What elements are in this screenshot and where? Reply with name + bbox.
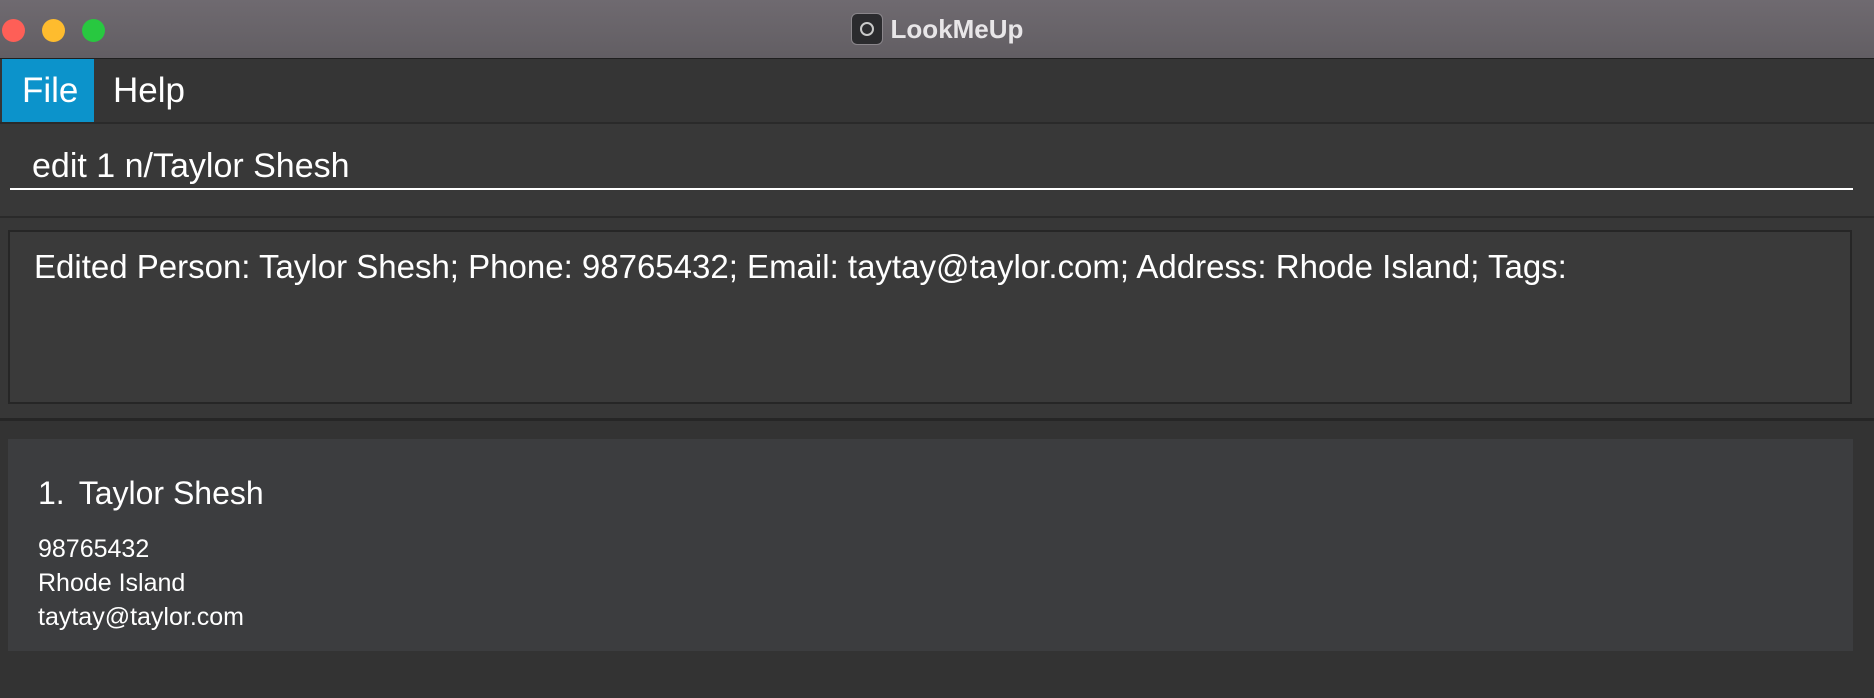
person-card[interactable]: 1. Taylor Shesh 98765432 Rhode Island tay… <box>8 439 1853 651</box>
menu-file[interactable]: File <box>2 59 94 122</box>
person-phone: 98765432 <box>38 535 150 563</box>
person-email: taytay@taylor.com <box>38 603 245 631</box>
window-title: LookMeUp <box>890 13 1024 44</box>
result-display[interactable]: Edited Person: Taylor Shesh; Phone: 9876… <box>8 230 1852 404</box>
app-window: LookMeUp File Help Edited Person: Taylor… <box>0 0 1874 698</box>
command-input[interactable] <box>10 144 1853 190</box>
result-display-panel: Edited Person: Taylor Shesh; Phone: 9876… <box>0 218 1874 421</box>
person-name: Taylor Shesh <box>78 475 264 511</box>
command-box-panel <box>0 124 1874 218</box>
title-bar[interactable]: LookMeUp <box>0 0 1874 59</box>
person-list[interactable]: 1. Taylor Shesh 98765432 Rhode Island tay… <box>0 421 1874 698</box>
person-name-line: 1. Taylor Shesh <box>38 475 264 512</box>
menu-help[interactable]: Help <box>93 59 205 122</box>
person-address: Rhode Island <box>38 569 186 597</box>
menu-bar: File Help <box>0 59 1874 124</box>
person-index: 1. <box>38 475 65 511</box>
camera-icon <box>850 13 883 45</box>
window-title-group: LookMeUp <box>0 12 1874 46</box>
